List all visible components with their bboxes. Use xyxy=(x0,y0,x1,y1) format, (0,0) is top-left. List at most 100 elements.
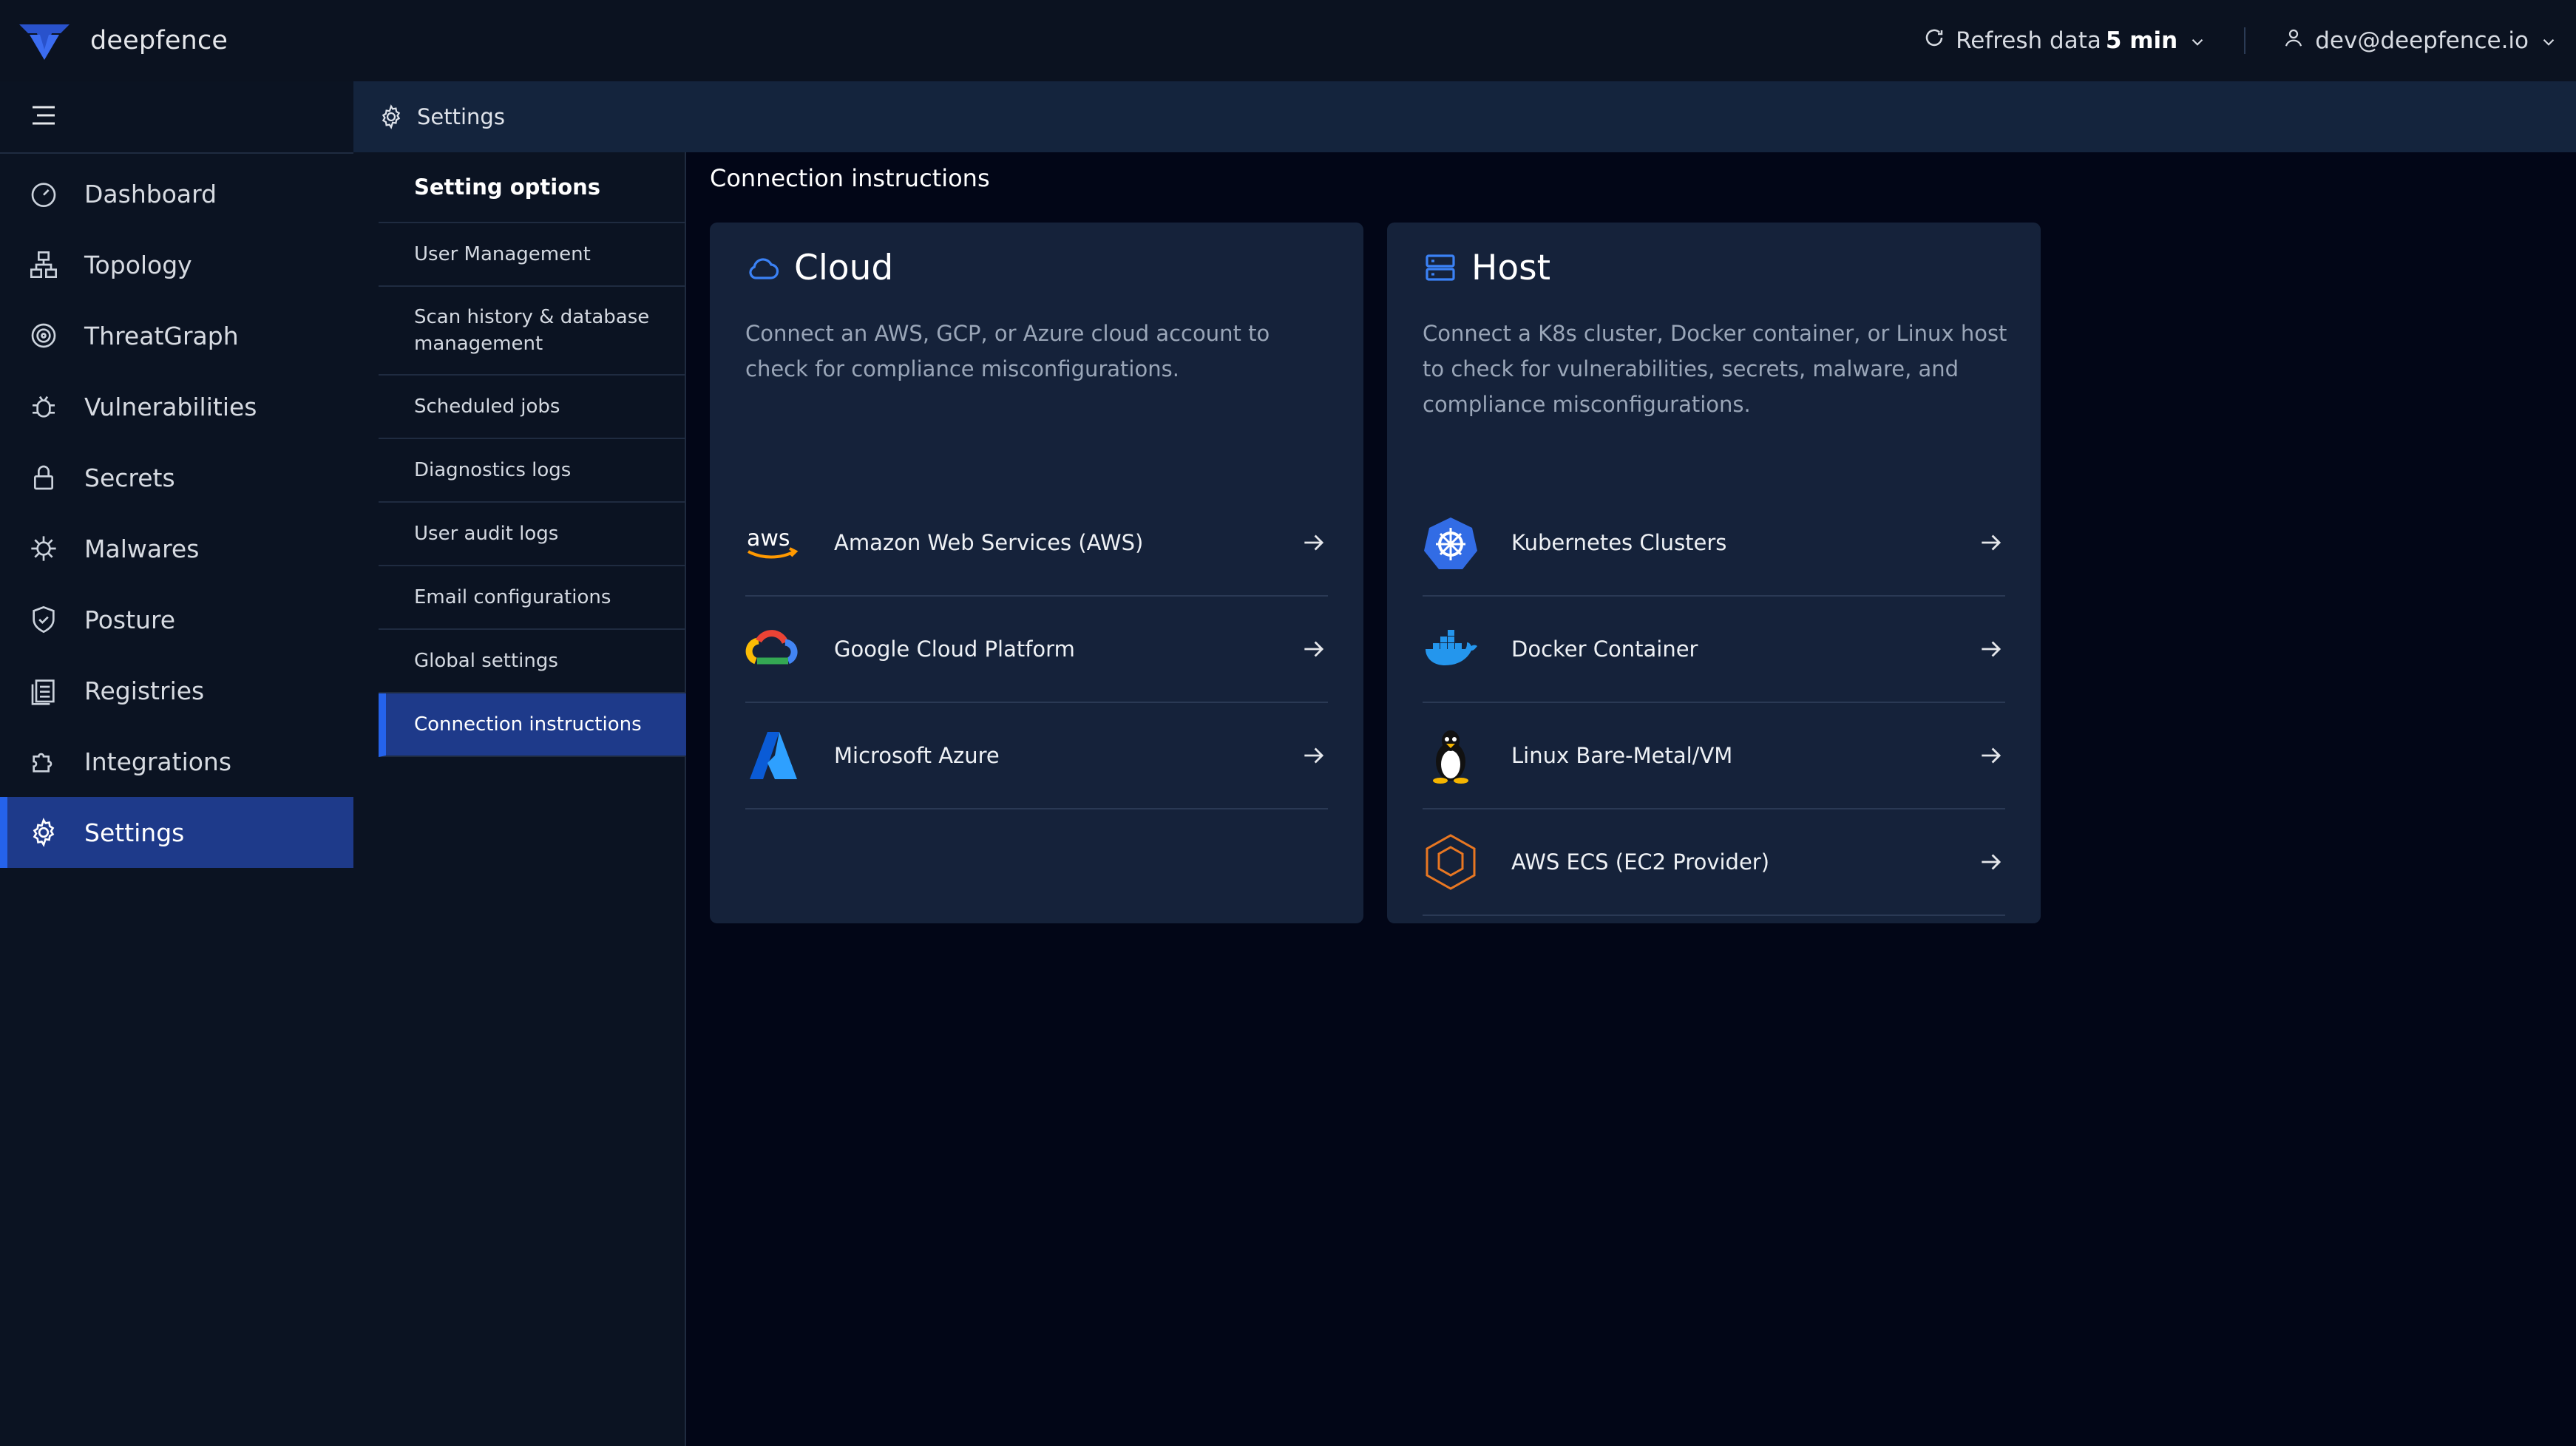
sidebar-item-label: Posture xyxy=(84,605,176,634)
malware-icon xyxy=(28,533,59,564)
host-card-title: Host xyxy=(1471,247,1551,288)
connect-kubernetes-row[interactable]: Kubernetes Clusters xyxy=(1423,490,2005,597)
breadcrumb-label[interactable]: Settings xyxy=(417,104,505,129)
sidebar-item-label: Malwares xyxy=(84,534,200,563)
cloud-card: Cloud Connect an AWS, GCP, or Azure clou… xyxy=(710,223,1363,923)
sidebar-item-dashboard[interactable]: Dashboard xyxy=(0,158,353,229)
sidebar-item-label: Registries xyxy=(84,676,205,705)
user-menu[interactable]: dev@deepfence.io xyxy=(2282,27,2558,55)
gear-icon xyxy=(379,104,404,129)
main-content: Connection instructions Cloud Connect an… xyxy=(686,152,2570,1446)
host-card-description: Connect a K8s cluster, Docker container,… xyxy=(1423,321,2007,417)
divider xyxy=(2244,27,2246,54)
row-label: Kubernetes Clusters xyxy=(1511,530,1727,555)
user-email: dev@deepfence.io xyxy=(2315,27,2529,54)
brand[interactable]: deepfence xyxy=(18,20,228,61)
kubernetes-logo-icon xyxy=(1423,515,1479,571)
cloud-card-title: Cloud xyxy=(794,247,894,288)
sidebar-item-label: Integrations xyxy=(84,747,232,776)
row-label: Amazon Web Services (AWS) xyxy=(834,530,1144,555)
sidebar-item-malwares[interactable]: Malwares xyxy=(0,513,353,584)
puzzle-icon xyxy=(28,746,59,777)
connect-aws-ecs-row[interactable]: AWS ECS (EC2 Provider) xyxy=(1423,809,2005,916)
connect-linux-row[interactable]: Linux Bare-Metal/VM xyxy=(1423,703,2005,809)
sidebar-item-label: Settings xyxy=(84,818,185,847)
sidebar-item-label: Secrets xyxy=(84,463,175,492)
host-card: Host Connect a K8s cluster, Docker conta… xyxy=(1387,223,2041,923)
option-global-settings[interactable]: Global settings xyxy=(379,630,686,693)
bug-icon xyxy=(28,391,59,422)
option-diagnostics-logs[interactable]: Diagnostics logs xyxy=(379,439,686,503)
hamburger-icon xyxy=(31,105,56,129)
refresh-label: Refresh data xyxy=(1956,27,2101,54)
google-cloud-logo-icon xyxy=(745,621,801,677)
chevron-down-icon xyxy=(2539,31,2558,50)
cloud-card-description: Connect an AWS, GCP, or Azure cloud acco… xyxy=(745,321,1270,381)
option-scan-history[interactable]: Scan history & database management xyxy=(379,287,686,376)
arrow-right-icon xyxy=(1977,848,2005,876)
svg-text:aws: aws xyxy=(747,526,790,551)
sidebar-item-vulnerabilities[interactable]: Vulnerabilities xyxy=(0,371,353,442)
dashboard-icon xyxy=(28,178,59,209)
linux-tux-icon xyxy=(1423,727,1479,784)
arrow-right-icon xyxy=(1300,741,1328,770)
page-title: Connection instructions xyxy=(710,164,990,192)
breadcrumb: Settings xyxy=(353,81,2576,152)
option-user-management[interactable]: User Management xyxy=(379,223,686,287)
settings-options-panel: Setting options User Management Scan his… xyxy=(353,152,686,1446)
sidebar-item-label: Dashboard xyxy=(84,179,217,208)
row-label: AWS ECS (EC2 Provider) xyxy=(1511,849,1770,875)
app-name: deepfence xyxy=(90,26,228,55)
registries-icon xyxy=(28,675,59,706)
aws-logo-icon: aws xyxy=(745,515,801,571)
arrow-right-icon xyxy=(1300,635,1328,663)
arrow-right-icon xyxy=(1300,529,1328,557)
option-connection-instructions[interactable]: Connection instructions xyxy=(379,693,686,757)
sidebar-item-topology[interactable]: Topology xyxy=(0,229,353,300)
top-bar: deepfence Refresh data 5 min dev@deepfenc… xyxy=(0,0,2576,81)
deepfence-logo-icon xyxy=(18,20,71,61)
user-icon xyxy=(2282,27,2305,55)
docker-logo-icon xyxy=(1423,621,1479,677)
server-icon xyxy=(1423,250,1458,285)
gear-icon xyxy=(28,817,59,848)
lock-icon xyxy=(28,462,59,493)
row-label: Google Cloud Platform xyxy=(834,637,1075,662)
sidebar-item-posture[interactable]: Posture xyxy=(0,584,353,655)
menu-toggle-button[interactable] xyxy=(0,81,353,154)
sidebar-item-integrations[interactable]: Integrations xyxy=(0,726,353,797)
sidebar-item-label: ThreatGraph xyxy=(84,321,239,350)
aws-ecs-logo-icon xyxy=(1423,834,1479,890)
refresh-data-dropdown[interactable]: Refresh data 5 min xyxy=(1923,27,2207,55)
row-label: Docker Container xyxy=(1511,637,1698,662)
option-user-audit-logs[interactable]: User audit logs xyxy=(379,503,686,566)
chevron-down-icon xyxy=(2188,31,2207,50)
connect-aws-row[interactable]: aws Amazon Web Services (AWS) xyxy=(745,490,1328,597)
row-label: Linux Bare-Metal/VM xyxy=(1511,743,1733,768)
connect-gcp-row[interactable]: Google Cloud Platform xyxy=(745,597,1328,703)
option-email-configurations[interactable]: Email configurations xyxy=(379,566,686,630)
sidebar-nav: Dashboard Topology ThreatGraph Vulnerabi… xyxy=(0,158,353,868)
option-scheduled-jobs[interactable]: Scheduled jobs xyxy=(379,376,686,439)
sidebar: Dashboard Topology ThreatGraph Vulnerabi… xyxy=(0,81,353,1446)
sidebar-item-secrets[interactable]: Secrets xyxy=(0,442,353,513)
sidebar-item-label: Topology xyxy=(84,250,192,279)
arrow-right-icon xyxy=(1977,529,2005,557)
row-label: Microsoft Azure xyxy=(834,743,1000,768)
azure-logo-icon xyxy=(745,727,801,784)
arrow-right-icon xyxy=(1977,741,2005,770)
refresh-icon xyxy=(1923,27,1945,55)
settings-options-header: Setting options xyxy=(379,152,686,223)
connect-docker-row[interactable]: Docker Container xyxy=(1423,597,2005,703)
cloud-icon xyxy=(745,250,781,285)
sidebar-item-label: Vulnerabilities xyxy=(84,392,257,421)
connect-azure-row[interactable]: Microsoft Azure xyxy=(745,703,1328,809)
shield-icon xyxy=(28,604,59,635)
arrow-right-icon xyxy=(1977,635,2005,663)
sidebar-item-settings[interactable]: Settings xyxy=(0,797,353,868)
topology-icon xyxy=(28,249,59,280)
threatgraph-icon xyxy=(28,320,59,351)
sidebar-item-threatgraph[interactable]: ThreatGraph xyxy=(0,300,353,371)
refresh-value: 5 min xyxy=(2105,27,2178,54)
sidebar-item-registries[interactable]: Registries xyxy=(0,655,353,726)
